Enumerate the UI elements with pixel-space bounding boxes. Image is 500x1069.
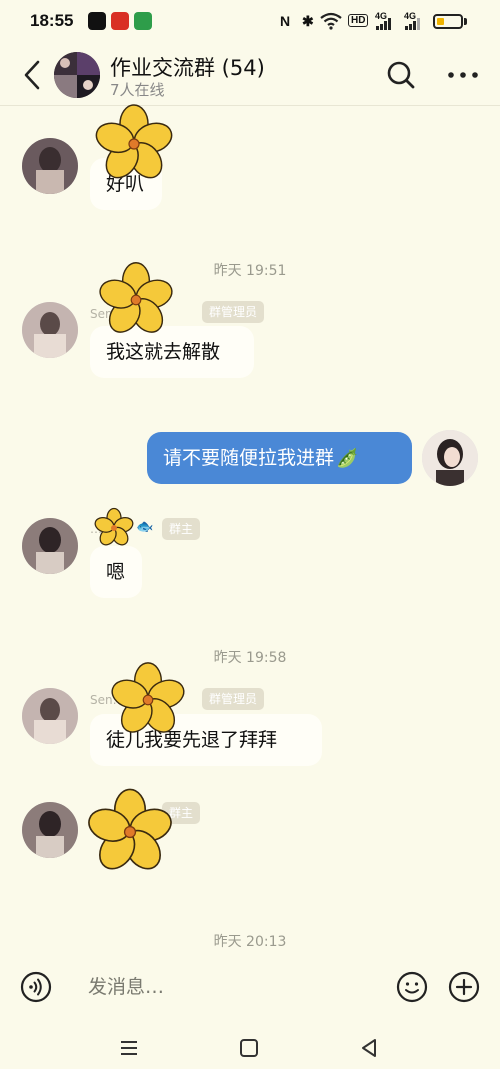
chat-header: 作业交流群 (54) 7人在线 — [0, 44, 500, 106]
status-bar: 18:55 N ✱ HD 4G 4G — [0, 0, 500, 44]
my-avatar[interactable] — [422, 430, 478, 486]
capcut-icon — [88, 12, 106, 30]
hd-icon: HD — [348, 14, 369, 27]
flower-sticker-icon — [111, 662, 185, 733]
group-avatar[interactable] — [54, 52, 100, 98]
my-message-bubble[interactable]: 请不要随便拉我进群 🫛 — [147, 432, 412, 484]
home-icon[interactable] — [237, 1036, 261, 1060]
role-badge: 群主 — [162, 518, 201, 540]
role-badge: 群管理员 — [202, 301, 265, 323]
group-title: 作业交流群 (54) — [110, 56, 265, 80]
role-badge: 群管理员 — [202, 688, 265, 710]
avatar[interactable] — [22, 302, 78, 358]
flower-sticker-icon — [99, 262, 173, 333]
battery-tip — [464, 18, 467, 25]
flower-sticker-icon — [88, 788, 172, 870]
back-nav-icon[interactable] — [357, 1036, 381, 1060]
flower-sticker-icon — [94, 507, 134, 546]
avatar[interactable] — [22, 688, 78, 744]
status-time: 18:55 — [30, 11, 74, 30]
plus-icon[interactable] — [448, 971, 480, 1003]
system-nav-bar — [0, 1030, 500, 1069]
composer-bar — [0, 958, 500, 1020]
message-text: 请不要随便拉我进群 — [163, 447, 335, 469]
menu-icon[interactable] — [117, 1036, 141, 1060]
message-timestamp: 昨天 20:13 — [213, 934, 287, 950]
emoji-icon[interactable] — [396, 971, 428, 1003]
online-count: 7人在线 — [110, 81, 165, 99]
bank-app-icon — [134, 12, 152, 30]
pea-emoji-icon: 🫛 — [336, 448, 359, 469]
voice-icon[interactable] — [20, 971, 52, 1003]
chevron-left-icon[interactable] — [18, 58, 46, 92]
wifi-icon — [320, 12, 342, 30]
battery-icon — [433, 14, 463, 29]
search-icon[interactable] — [386, 60, 416, 90]
message-text: 我这就去解散 — [106, 341, 221, 363]
app-notification-icon — [111, 12, 129, 30]
message-bubble[interactable]: 嗯 — [90, 546, 142, 598]
avatar[interactable] — [22, 138, 78, 194]
avatar[interactable] — [22, 802, 78, 858]
signal-icon-2 — [405, 18, 420, 30]
message-timestamp: 昨天 19:58 — [213, 650, 287, 666]
avatar[interactable] — [22, 518, 78, 574]
battery-fill — [437, 18, 444, 25]
nfc-icon: N — [280, 13, 291, 29]
bluetooth-icon: ✱ — [302, 13, 314, 29]
fish-icon: 🐟 — [136, 519, 154, 535]
message-text: 嗯 — [106, 561, 126, 583]
flower-sticker-icon — [95, 104, 173, 179]
more-dots-icon[interactable] — [446, 62, 480, 88]
signal-icon-1 — [376, 18, 391, 30]
message-input[interactable] — [72, 964, 382, 1010]
message-timestamp: 昨天 19:51 — [213, 263, 287, 279]
